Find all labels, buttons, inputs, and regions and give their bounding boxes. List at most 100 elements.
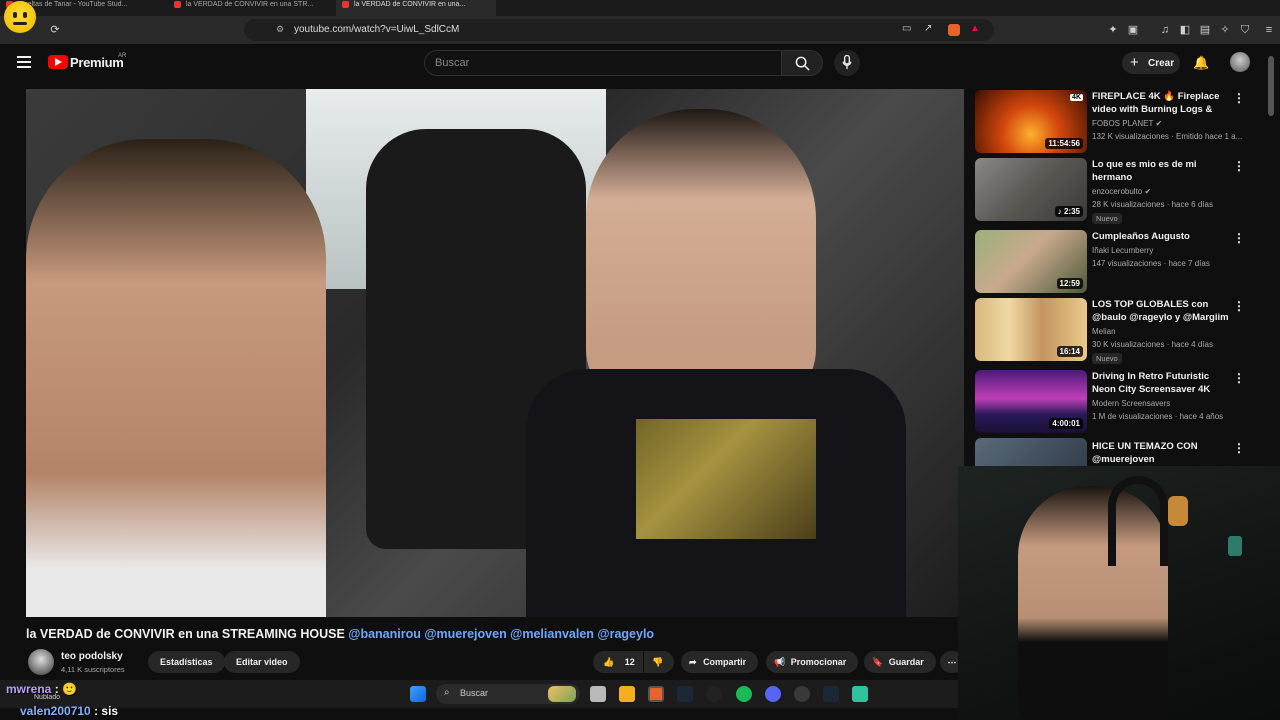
browser-tab-active[interactable]: la VERDAD de CONVIVIR en una... [336,0,496,16]
media-controls-icon[interactable]: ♫ [1158,23,1172,37]
thumbnail[interactable]: 12:59 [975,230,1087,293]
spotify-icon[interactable] [736,686,752,702]
leo-ai-icon[interactable]: ✧ [1218,23,1232,37]
channel-name[interactable]: Iñaki Lecumberry [1092,246,1153,255]
logo-text[interactable]: Premium [70,55,124,70]
browser-menu-icon[interactable]: ≡ [1262,23,1276,37]
account-avatar[interactable] [1230,52,1250,72]
more-options-icon[interactable]: ⋮ [1233,232,1245,246]
4k-badge: 4K [1070,94,1083,101]
steam-icon[interactable] [823,686,839,702]
notepad-icon[interactable] [852,686,868,702]
thumbnail[interactable]: ♪ 2:35 [975,158,1087,221]
youtube-logo-icon[interactable] [48,55,68,69]
thumbnail[interactable] [975,438,1087,466]
emote-eye [13,12,17,18]
thumbnail[interactable]: 4:00:01 [975,370,1087,433]
vpn-shield-icon[interactable]: ⛉ [1238,23,1252,37]
channel-name[interactable]: FOBOS PLANET ✔ [1092,119,1162,128]
browser-tab[interactable]: la VERDAD de CONVIVIR en una STR... [168,0,328,16]
like-button[interactable]: 👍 12 [593,651,643,673]
share-page-icon[interactable]: ↗ [924,23,932,34]
channel-name[interactable]: teo podolsky [61,651,123,662]
video-title-mentions[interactable]: @bananirou @muerejoven @melianvalen @rag… [348,627,654,641]
video-title[interactable]: Driving In Retro Futuristic Neon City Sc… [1092,370,1232,396]
address-bar[interactable]: ⚙ youtube.com/watch?v=UiwL_SdlCcM ▭ ↗ ▲ [244,19,994,41]
thumbnail[interactable]: 4K 11:54:56 [975,90,1087,153]
more-options-icon[interactable]: ⋮ [1233,92,1245,106]
recommendation-item[interactable]: ♪ 2:35 Lo que es mio es de mi hermano en… [975,158,1265,224]
stats-button[interactable]: Estadísticas [148,651,225,673]
recommendation-item[interactable]: 12:59 Cumpleaños Augusto Iñaki Lecumberr… [975,230,1265,293]
channel-avatar[interactable] [28,649,54,675]
reload-icon[interactable]: ⟳ [48,23,62,37]
overlay-app-icon[interactable] [794,686,810,702]
site-info-icon[interactable]: ⚙ [276,24,284,35]
new-badge: Nuevo [1092,353,1122,364]
recommendation-item[interactable]: 16:14 LOS TOP GLOBALES con @baulo @ragey… [975,298,1265,364]
more-options-icon[interactable]: ⋮ [1233,160,1245,174]
verified-check-icon: ✔ [1144,187,1152,196]
steam-icon[interactable] [677,686,693,702]
edit-video-button[interactable]: Editar video [224,651,300,673]
discord-icon[interactable] [765,686,781,702]
tab-search-icon[interactable]: ▣ [1126,23,1140,37]
headphones [1108,476,1168,566]
extensions-icon[interactable]: ✦ [1106,23,1120,37]
video-title[interactable]: Lo que es mio es de mi hermano [1092,158,1232,184]
youtube-favicon-icon [174,1,181,8]
wallet-icon[interactable]: ▤ [1198,23,1212,37]
webcam-overlay [958,466,1280,720]
more-options-icon[interactable]: ⋮ [1233,300,1245,314]
video-title[interactable]: FIREPLACE 4K 🔥 Fireplace video with Burn… [1092,90,1232,117]
more-options-icon[interactable]: ⋮ [1233,372,1245,386]
video-meta: 30 K visualizaciones · hace 4 días [1092,340,1213,349]
page-scrollbar[interactable] [1268,56,1274,116]
notifications-bell-icon[interactable]: 🔔 [1193,55,1209,71]
video-title[interactable]: LOS TOP GLOBALES con @baulo @rageylo y @… [1092,298,1232,324]
search-icon [795,56,810,71]
taskbar-search[interactable]: ⌕ Buscar [436,684,580,704]
dislike-button[interactable]: 👎 [644,651,674,673]
recommendation-item[interactable]: 4:00:01 Driving In Retro Futuristic Neon… [975,370,1265,433]
recommendation-item[interactable]: HICE UN TEMAZO CON @muerejoven ⋮ [975,438,1265,466]
more-horizontal-icon: ⋯ [947,657,957,667]
video-title: la VERDAD de CONVIVIR en una STREAMING H… [26,627,654,641]
brave-shields-icon[interactable] [948,24,960,36]
video-title[interactable]: HICE UN TEMAZO CON @muerejoven [1092,440,1232,466]
search-input[interactable]: Buscar [424,50,782,76]
recommendation-item[interactable]: 4K 11:54:56 FIREPLACE 4K 🔥 Fireplace vid… [975,90,1265,153]
video-player[interactable] [26,89,964,617]
megaphone-icon: 📢 [774,657,786,667]
g-app-icon[interactable] [706,686,722,702]
create-button[interactable]: + Crear [1122,52,1180,74]
brave-browser-icon[interactable] [648,686,664,702]
hamburger-menu-icon[interactable] [17,56,31,68]
thumbnail[interactable]: 16:14 [975,298,1087,361]
more-options-icon[interactable]: ⋮ [1233,442,1245,456]
chat-message: mwrena : 🙂 [6,682,77,696]
windows-start-icon[interactable] [410,686,426,702]
microphone-icon [842,55,852,70]
task-view-icon[interactable] [590,686,606,702]
video-title-text: la VERDAD de CONVIVIR en una STREAMING H… [26,627,349,641]
promote-button[interactable]: 📢 Promocionar [766,651,859,673]
file-explorer-icon[interactable] [619,686,635,702]
share-button[interactable]: ➦ Compartir [681,651,759,673]
channel-name[interactable]: Modern Screensavers [1092,399,1170,408]
search-button[interactable] [781,50,823,76]
url-text: youtube.com/watch?v=UiwL_SdlCcM [294,24,460,35]
duration: 16:14 [1056,346,1083,357]
channel-name[interactable]: Melian [1092,327,1116,336]
video-person-right-face [586,109,816,409]
brave-rewards-icon[interactable]: ▲ [970,23,980,34]
chat-username: valen200710 [20,704,91,718]
cast-icon[interactable]: ▭ [902,23,911,34]
save-button[interactable]: 🔖 Guardar [864,651,936,673]
thumbs-down-icon: 👎 [652,657,664,667]
video-title[interactable]: Cumpleaños Augusto [1092,230,1232,243]
duration: 4:00:01 [1049,418,1083,429]
channel-name[interactable]: enzocerobulto ✔ [1092,187,1151,196]
sidebar-icon[interactable]: ◧ [1178,23,1192,37]
voice-search-button[interactable] [834,50,860,76]
